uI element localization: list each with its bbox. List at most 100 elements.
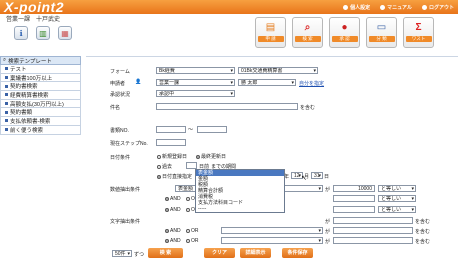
numeric-cond-label: 数値抽出条件 xyxy=(110,187,141,193)
day-to-select[interactable]: 31 xyxy=(311,172,323,179)
search-icon: ⌕ xyxy=(304,21,311,33)
category-button[interactable]: ▭ 分 類 xyxy=(366,17,397,48)
app-logo: X-point2 xyxy=(4,0,64,15)
user-settings-link[interactable]: 個人設定 xyxy=(343,4,370,11)
radio-button[interactable] xyxy=(185,228,190,233)
docno-from-input[interactable] xyxy=(156,126,186,133)
bullet-icon xyxy=(5,84,8,88)
radio-button[interactable] xyxy=(157,164,161,169)
search-button[interactable]: 検 索 xyxy=(148,248,183,258)
text-value-input-3[interactable] xyxy=(333,237,413,244)
text-value-input[interactable] xyxy=(333,217,413,224)
bullet-icon xyxy=(5,93,8,97)
person-icon: 👤 xyxy=(135,79,142,85)
sidebar-item[interactable]: 前く便う検索 xyxy=(0,125,81,135)
numeric-operator-select-3[interactable]: と等しい xyxy=(378,206,416,213)
logout-link[interactable]: ログアウト xyxy=(421,4,454,11)
sidebar-item[interactable]: 支払依頼書-検索 xyxy=(0,117,81,126)
radio-button[interactable] xyxy=(185,207,190,212)
subject-label: 件名 xyxy=(110,105,121,111)
numeric-operator-select[interactable]: と等しい xyxy=(378,185,416,192)
sidebar-item[interactable]: 高額支払(30万円以上) xyxy=(0,99,81,109)
info-button[interactable]: ℹ xyxy=(14,26,28,40)
radio-range[interactable]: 日付直接指定 xyxy=(157,173,192,180)
subject-input[interactable] xyxy=(156,103,298,110)
detail-view-button[interactable]: 詳細表示 xyxy=(240,248,271,258)
radio-button[interactable] xyxy=(185,238,190,243)
numeric-value-input[interactable]: 10000 xyxy=(333,185,375,192)
save-condition-button[interactable]: 条件保存 xyxy=(282,248,313,258)
docno-to-input[interactable] xyxy=(197,126,227,133)
form-select[interactable]: 01Bk交通費精算書 xyxy=(238,67,318,74)
bullet-icon xyxy=(5,67,8,71)
top-links: 個人設定 マニュアル ログアウト xyxy=(343,4,454,11)
radio-button[interactable] xyxy=(165,228,169,233)
status-label: 承認状況 xyxy=(110,92,131,98)
numeric-value-input-2[interactable] xyxy=(333,195,375,202)
numeric-operator-select-2[interactable]: と等しい xyxy=(378,195,416,202)
sidebar-item[interactable]: 稟議書100万以上 xyxy=(0,73,81,83)
ga-label: が xyxy=(325,219,331,225)
sidebar-item[interactable]: テスト xyxy=(0,65,81,74)
per-page-select[interactable]: 50件 xyxy=(112,250,132,257)
bullet-icon xyxy=(5,119,8,123)
folder-icon: ▭ xyxy=(376,21,387,33)
sidebar-item[interactable]: 経費精算書検索 xyxy=(0,91,81,100)
applicant-select[interactable]: 勝 太郎 xyxy=(238,79,296,86)
step-input[interactable] xyxy=(156,139,186,146)
radio-button[interactable] xyxy=(157,174,161,179)
applicant-label: 申請者 xyxy=(110,81,126,87)
and-or-radios[interactable]: AND OR xyxy=(165,207,198,213)
approve-button[interactable]: ● 承 認 xyxy=(329,17,360,48)
manual-link[interactable]: マニュアル xyxy=(380,4,412,11)
sidebar: ⌕ 検索テンプレート テスト 稟議書100万以上 契約書検索 経費精算書検索 高額… xyxy=(0,56,81,265)
list-button[interactable]: Σ ワスト xyxy=(403,17,434,48)
radio-button[interactable] xyxy=(185,196,190,201)
radio-new[interactable]: 新規登録日 xyxy=(157,153,187,160)
sidebar-item[interactable]: 契約書類 xyxy=(0,108,81,118)
book-button[interactable]: ▥ xyxy=(36,26,50,40)
and-or-radios[interactable]: AND OR xyxy=(165,196,198,202)
user-name: 営業一課 十戸武史 xyxy=(6,17,61,23)
bookmark-button[interactable]: ▦ xyxy=(58,26,72,40)
docno-label: 書類NO. xyxy=(110,128,129,134)
form-label: フォーム xyxy=(110,69,130,75)
department-select[interactable]: 営業一課 xyxy=(156,79,235,86)
radio-button[interactable] xyxy=(165,196,169,201)
form-category-select[interactable]: Bk経費 xyxy=(156,67,235,74)
numeric-field-dropdown-list[interactable]: 表金額 金額 税額 精算合計額 消費税 支払方法科目コード ----- xyxy=(195,169,285,213)
per-page-suffix: ずつ xyxy=(134,252,145,258)
bullet-icon xyxy=(5,128,8,132)
text-field-select-2[interactable] xyxy=(221,227,323,234)
book-icon xyxy=(380,5,386,10)
text-suffix: を含む xyxy=(415,229,431,235)
info-icon: ℹ xyxy=(19,28,23,38)
clear-button[interactable]: クリア xyxy=(204,248,235,258)
sidebar-header: ⌕ 検索テンプレート xyxy=(0,56,81,65)
radio-button[interactable] xyxy=(157,154,161,159)
radio-button[interactable] xyxy=(165,207,169,212)
search-icon: ⌕ xyxy=(3,57,7,63)
text-value-input-2[interactable] xyxy=(333,227,413,234)
radio-latest[interactable]: 最終更新日 xyxy=(196,153,226,160)
text-suffix: を含む xyxy=(415,219,431,225)
status-select[interactable]: 承認中 xyxy=(156,90,235,97)
bookmark-icon: ▦ xyxy=(61,28,69,38)
numeric-value-input-3[interactable] xyxy=(333,206,375,213)
radio-past[interactable]: 過去 xyxy=(157,163,172,170)
text-field-select-3[interactable] xyxy=(221,237,323,244)
past-days-input[interactable] xyxy=(186,162,197,169)
self-select-link[interactable]: 自分を指定 xyxy=(299,80,324,87)
document-icon: ▤ xyxy=(265,21,276,33)
sidebar-item[interactable]: 契約書検索 xyxy=(0,82,81,92)
and-or-radios[interactable]: AND OR xyxy=(165,238,198,244)
ga-label: が xyxy=(325,239,331,245)
person-icon xyxy=(343,5,349,10)
dropdown-option[interactable]: ----- xyxy=(196,206,284,212)
radio-button[interactable] xyxy=(165,238,169,243)
apply-button[interactable]: ▤ 申 請 xyxy=(255,17,286,48)
subject-suffix: を含む xyxy=(300,105,316,111)
search-button-main[interactable]: ⌕ 検 索 xyxy=(292,17,323,48)
radio-button[interactable] xyxy=(196,154,200,159)
and-or-radios[interactable]: AND OR xyxy=(165,228,198,234)
